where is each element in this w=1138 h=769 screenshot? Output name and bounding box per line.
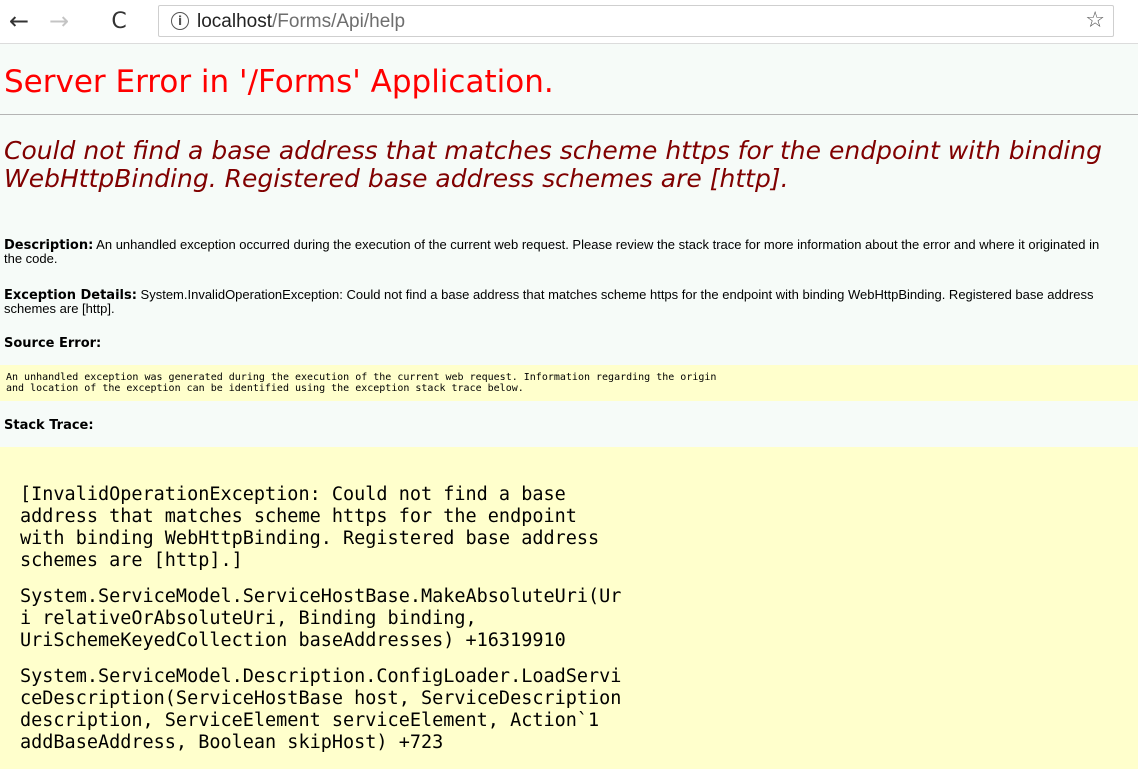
forward-arrow-icon[interactable]: → <box>44 6 74 36</box>
stack-trace-entry: System.ServiceModel.ServiceHostBase.Make… <box>20 586 622 651</box>
description-text: An unhandled exception occurred during t… <box>4 237 1100 266</box>
source-error-box: An unhandled exception was generated dur… <box>0 365 1138 401</box>
error-message: Could not find a base address that match… <box>4 136 1102 193</box>
source-error-label: Source Error: <box>4 336 102 351</box>
page-content: Server Error in '/Forms' Application. Co… <box>0 44 1138 769</box>
site-info-icon[interactable]: i <box>171 12 189 30</box>
bookmark-star-icon[interactable]: ☆ <box>1085 8 1105 33</box>
description-block: Description: An unhandled exception occu… <box>4 238 1114 265</box>
stack-trace-label: Stack Trace: <box>4 418 94 433</box>
stack-trace-entry: [InvalidOperationException: Could not fi… <box>20 484 600 571</box>
address-bar[interactable]: i localhost/Forms/Api/help ☆ <box>158 5 1114 37</box>
page-title: Server Error in '/Forms' Application. <box>4 64 554 100</box>
browser-toolbar: ← → C i localhost/Forms/Api/help ☆ <box>0 0 1138 44</box>
exception-details-text: System.InvalidOperationException: Could … <box>4 287 1094 316</box>
stack-trace-entry: System.ServiceModel.Description.ConfigLo… <box>20 666 622 753</box>
exception-details-block: Exception Details: System.InvalidOperati… <box>4 288 1114 315</box>
title-divider <box>0 114 1138 115</box>
back-arrow-icon[interactable]: ← <box>4 6 34 36</box>
url-text[interactable]: localhost/Forms/Api/help <box>197 10 405 34</box>
url-host: localhost <box>197 11 272 32</box>
stack-trace-box: [InvalidOperationException: Could not fi… <box>0 447 1138 769</box>
reload-icon[interactable]: C <box>104 6 134 36</box>
url-path: /Forms/Api/help <box>272 11 406 32</box>
